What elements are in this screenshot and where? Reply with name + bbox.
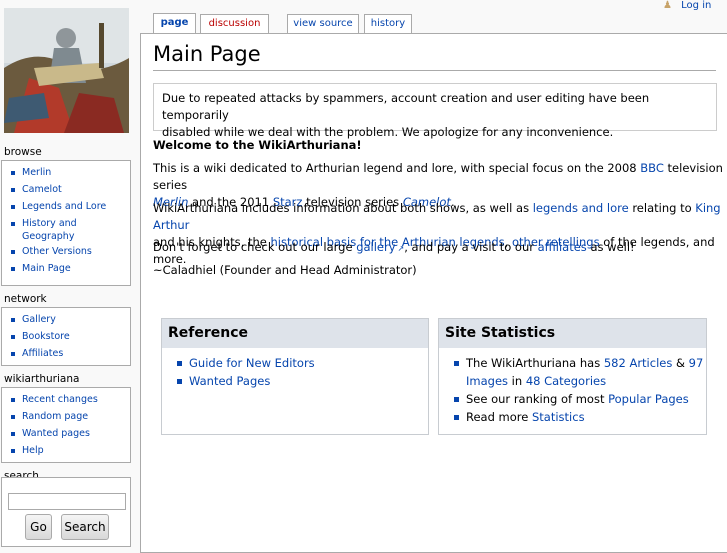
tab-discussion[interactable]: discussion: [200, 14, 269, 33]
sidebar-item-other-versions[interactable]: Other Versions: [8, 245, 130, 258]
statistics-link[interactable]: Statistics: [532, 410, 585, 424]
sidebar-item-bookstore[interactable]: Bookstore: [8, 330, 130, 343]
portlet-wikiarthuriana: Recent changes Random page Wanted pages …: [1, 387, 131, 463]
categories-link[interactable]: 48 Categories: [526, 374, 606, 388]
tab-page[interactable]: page: [153, 13, 196, 34]
user-icon: ♟: [663, 0, 672, 11]
portlet-title-network: network: [4, 293, 47, 305]
content-area: Main Page Due to repeated attacks by spa…: [140, 33, 727, 553]
images-link[interactable]: Images: [466, 374, 508, 388]
reference-item-guide[interactable]: Guide for New Editors: [162, 354, 428, 372]
welcome-heading: Welcome to the WikiArthuriana!: [153, 138, 362, 152]
portlet-search: Go Search: [1, 477, 131, 547]
sidebar-item-random-page[interactable]: Random page: [8, 410, 130, 423]
sidebar-item-merlin[interactable]: Merlin: [8, 166, 130, 179]
sidebar-item-wanted-pages[interactable]: Wanted pages: [8, 427, 130, 440]
title-divider: [153, 70, 716, 71]
gallery-link[interactable]: gallery: [356, 240, 404, 254]
tab-view-source[interactable]: view source: [287, 14, 359, 33]
reference-item-wanted[interactable]: Wanted Pages: [162, 372, 428, 390]
portlet-title-wikiarthuriana: wikiarthuriana: [4, 373, 80, 385]
signature: ~Caladhiel (Founder and Head Administrat…: [153, 263, 417, 277]
login-link[interactable]: ♟ Log in: [663, 0, 711, 11]
site-logo[interactable]: [4, 8, 129, 133]
portlet-network: Gallery Bookstore Affiliates: [1, 307, 131, 366]
affiliates-link[interactable]: affiliates: [538, 240, 587, 254]
articles-link[interactable]: 582 Articles: [604, 356, 673, 370]
reference-title: Reference: [162, 319, 428, 348]
page-title: Main Page: [153, 42, 261, 66]
site-statistics-panel: Site Statistics The WikiArthuriana has 5…: [438, 318, 707, 435]
site-notice: Due to repeated attacks by spammers, acc…: [153, 83, 717, 139]
sidebar-item-history[interactable]: History and Geography: [8, 217, 130, 243]
sidebar-item-affiliates[interactable]: Affiliates: [8, 347, 130, 360]
bbc-link[interactable]: BBC: [640, 161, 664, 175]
go-button[interactable]: Go: [25, 514, 52, 540]
reference-panel: Reference Guide for New Editors Wanted P…: [161, 318, 429, 435]
tab-history[interactable]: history: [364, 14, 412, 33]
portlet-browse: Merlin Camelot Legends and Lore History …: [1, 160, 131, 286]
gallery-paragraph: Don't forget to check out our large gall…: [153, 239, 723, 257]
images-count-link[interactable]: 97: [689, 356, 704, 370]
sidebar-item-legends[interactable]: Legends and Lore: [8, 200, 130, 213]
sidebar-item-main-page[interactable]: Main Page: [8, 262, 130, 275]
site-statistics-title: Site Statistics: [439, 319, 706, 348]
sidebar-item-gallery[interactable]: Gallery: [8, 313, 130, 326]
info-paragraph: WikiArthuriana includes information abou…: [153, 201, 721, 266]
sidebar-item-help[interactable]: Help: [8, 444, 130, 457]
search-input[interactable]: [8, 493, 126, 510]
sidebar-item-camelot[interactable]: Camelot: [8, 183, 130, 196]
search-button[interactable]: Search: [61, 514, 109, 540]
legends-lore-link[interactable]: legends and lore: [533, 201, 629, 215]
stats-item-popular: See our ranking of most Popular Pages: [439, 390, 706, 408]
stats-item-statistics: Read more Statistics: [439, 408, 706, 426]
sidebar-item-recent-changes[interactable]: Recent changes: [8, 393, 130, 406]
popular-pages-link[interactable]: Popular Pages: [608, 392, 689, 406]
stats-item-articles: The WikiArthuriana has 582 Articles & 97…: [439, 354, 706, 390]
portlet-title-browse: browse: [4, 146, 42, 158]
